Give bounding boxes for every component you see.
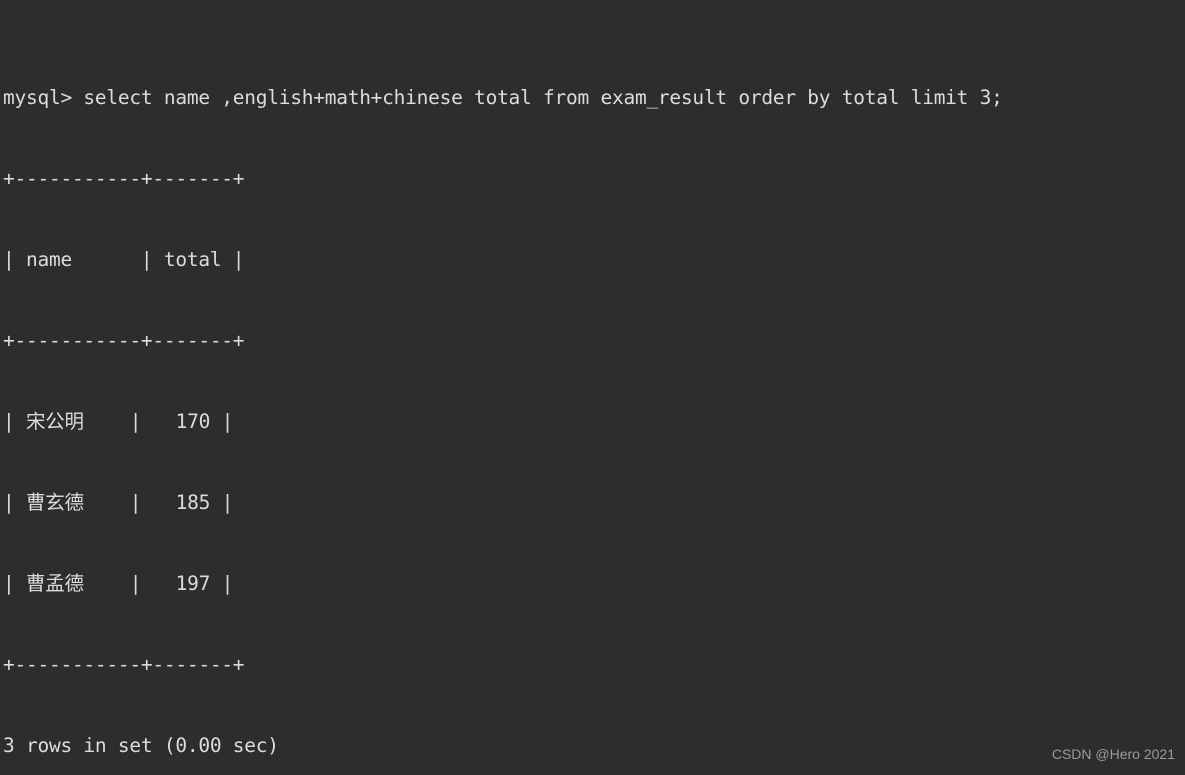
terminal-line: | 宋公明 | 170 | [3,410,234,433]
cjk-text: 曹孟德 [25,572,84,595]
terminal-line: mysql> select name ,english+math+chinese… [3,86,1003,109]
terminal-line: 3 rows in set (0.00 sec) [3,734,279,757]
terminal-line: +-----------+-------+ [3,329,245,352]
terminal-line: | name | total | [3,248,245,271]
terminal-output: mysql> select name ,english+math+chinese… [3,3,1185,775]
terminal-line: | 曹孟德 | 197 | [3,572,234,595]
terminal-line: +-----------+-------+ [3,653,245,676]
csdn-watermark: CSDN @Hero 2021 [1051,746,1175,762]
cjk-text: 宋公明 [25,410,84,433]
terminal-window[interactable]: mysql> select name ,english+math+chinese… [0,0,1185,775]
terminal-line: | 曹玄德 | 185 | [3,491,234,514]
cjk-text: 曹玄德 [25,491,84,514]
terminal-line: +-----------+-------+ [3,167,245,190]
